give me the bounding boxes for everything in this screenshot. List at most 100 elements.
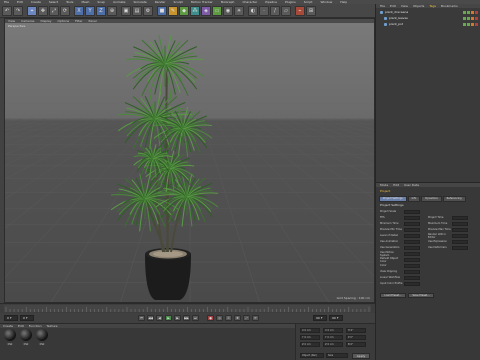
render-view-icon[interactable]: ▣ bbox=[121, 5, 131, 16]
object-menu-item-tags[interactable]: Tags bbox=[429, 4, 436, 8]
snap-icon[interactable]: ⌁ bbox=[295, 5, 305, 16]
polygons-mode-icon[interactable]: ▱ bbox=[281, 5, 291, 16]
y-axis-icon[interactable]: Y bbox=[85, 5, 95, 16]
material-menu-item-function[interactable]: Function bbox=[29, 324, 42, 328]
camera-icon[interactable]: ◉ bbox=[223, 5, 233, 16]
save-preset-button[interactable]: Save Preset... bbox=[408, 293, 434, 298]
start-frame-field[interactable]: 0 F bbox=[20, 315, 34, 321]
size-mode-dropdown[interactable]: Size bbox=[326, 353, 348, 358]
go-to-end-icon[interactable]: ⏭ bbox=[192, 315, 199, 321]
position-key-icon[interactable]: ✥ bbox=[234, 315, 241, 321]
apply-button[interactable]: Apply bbox=[352, 353, 370, 359]
position-x-field[interactable]: X 0 cm bbox=[300, 328, 320, 333]
object-menu-item-file[interactable]: File bbox=[380, 4, 385, 8]
attribute-value-field[interactable] bbox=[452, 245, 468, 250]
attribute-value-field[interactable] bbox=[452, 239, 468, 244]
attribute-value-field[interactable] bbox=[404, 227, 420, 232]
attribute-menu-item-edit[interactable]: Edit bbox=[393, 183, 399, 187]
array-icon[interactable]: ⁂ bbox=[190, 5, 200, 16]
total-frame-field[interactable]: 90 F bbox=[329, 315, 343, 321]
keyframe-selection-icon[interactable]: ⚿ bbox=[225, 315, 232, 321]
material-ball[interactable] bbox=[36, 329, 48, 341]
perspective-viewport[interactable]: View Cameras Display Options Filter Panel Per… bbox=[4, 18, 375, 303]
nurbs-icon[interactable]: ◆ bbox=[179, 5, 189, 16]
viewport-menu-item-options[interactable]: Options bbox=[58, 19, 70, 23]
viewport-menu-item-cameras[interactable]: Cameras bbox=[21, 19, 34, 23]
size-z-field[interactable]: Z 0 cm bbox=[323, 342, 343, 347]
rotation-key-icon[interactable]: ⟳ bbox=[252, 315, 259, 321]
coord-mode-dropdown[interactable]: Object (Rel) bbox=[300, 353, 324, 358]
scale-key-icon[interactable]: ⤢ bbox=[243, 315, 250, 321]
points-mode-icon[interactable]: · bbox=[259, 5, 269, 16]
light-icon[interactable]: ☀ bbox=[234, 5, 244, 16]
render-picture-viewer-icon[interactable]: ▤ bbox=[132, 5, 142, 16]
attribute-tab-project-settings[interactable]: Project Settings bbox=[379, 196, 407, 202]
previous-key-icon[interactable]: ◀◀ bbox=[147, 315, 154, 321]
viewport-menu-item-display[interactable]: Display bbox=[40, 19, 51, 23]
attribute-tab-dynamics[interactable]: Dynamics bbox=[421, 196, 442, 202]
attribute-value-field[interactable] bbox=[452, 227, 468, 232]
position-y-field[interactable]: Y 0 cm bbox=[300, 335, 320, 340]
load-preset-button[interactable]: Load Preset... bbox=[380, 293, 406, 298]
redo-icon[interactable]: ↷ bbox=[13, 5, 23, 16]
attribute-value-field[interactable] bbox=[452, 233, 468, 238]
attribute-value-field[interactable] bbox=[404, 233, 420, 238]
record-icon[interactable]: ● bbox=[207, 315, 214, 321]
x-axis-icon[interactable]: X bbox=[74, 5, 84, 16]
deformer-icon[interactable]: ◈ bbox=[201, 5, 211, 16]
viewport-menu-item-view[interactable]: View bbox=[8, 19, 15, 23]
attribute-value-field[interactable] bbox=[404, 239, 420, 244]
size-y-field[interactable]: Y 0 cm bbox=[323, 335, 343, 340]
attribute-menu-item-user-data[interactable]: User Data bbox=[404, 183, 419, 187]
autokey-icon[interactable]: ◎ bbox=[216, 315, 223, 321]
position-z-field[interactable]: Z 0 cm bbox=[300, 342, 320, 347]
object-menu-item-edit[interactable]: Edit bbox=[390, 4, 396, 8]
material-ball[interactable] bbox=[4, 329, 16, 341]
material-menu-item-edit[interactable]: Edit bbox=[18, 324, 24, 328]
attribute-value-field[interactable] bbox=[452, 221, 468, 226]
end-frame-field[interactable]: 90 F bbox=[313, 315, 327, 321]
attribute-menu-item-mode[interactable]: Mode bbox=[380, 183, 388, 187]
timeline-ruler[interactable] bbox=[4, 305, 371, 312]
edges-mode-icon[interactable]: / bbox=[270, 5, 280, 16]
attribute-value-field[interactable] bbox=[404, 221, 420, 226]
spline-pen-icon[interactable]: ✎ bbox=[168, 5, 178, 16]
attribute-value-field[interactable] bbox=[404, 263, 420, 268]
size-x-field[interactable]: X 0 cm bbox=[323, 328, 343, 333]
make-editable-icon[interactable]: ◐ bbox=[248, 5, 258, 16]
current-frame-field[interactable]: 0 F bbox=[4, 315, 18, 321]
attribute-tab-referencing[interactable]: Referencing bbox=[442, 196, 466, 202]
rotate-icon[interactable]: ⟳ bbox=[60, 5, 70, 16]
move-icon[interactable]: ✥ bbox=[38, 5, 48, 16]
viewport-menu-item-filter[interactable]: Filter bbox=[75, 19, 82, 23]
undo-icon[interactable]: ↶ bbox=[2, 5, 12, 16]
live-selection-icon[interactable]: ⌖ bbox=[27, 5, 37, 16]
play-icon[interactable]: ▶ bbox=[165, 315, 172, 321]
object-row[interactable]: plant_leaves bbox=[380, 16, 478, 21]
z-axis-icon[interactable]: Z bbox=[96, 5, 106, 16]
workplane-icon[interactable]: ⊞ bbox=[306, 5, 316, 16]
attribute-tab-info[interactable]: Info bbox=[407, 196, 421, 202]
attribute-value-field[interactable] bbox=[452, 215, 468, 220]
object-menu-item-objects[interactable]: Objects bbox=[413, 4, 424, 8]
previous-frame-icon[interactable]: ◀ bbox=[156, 315, 163, 321]
object-menu-item-bookmarks[interactable]: Bookmarks bbox=[441, 4, 458, 8]
material-ball[interactable] bbox=[20, 329, 32, 341]
material-menu-item-create[interactable]: Create bbox=[3, 324, 13, 328]
rotation-p-field[interactable]: P 0° bbox=[346, 335, 366, 340]
rotation-h-field[interactable]: H 0° bbox=[346, 328, 366, 333]
attribute-value-field[interactable] bbox=[404, 257, 420, 262]
attribute-value-field[interactable] bbox=[404, 215, 420, 220]
next-frame-icon[interactable]: ▶ bbox=[174, 315, 181, 321]
attribute-value-field[interactable] bbox=[404, 281, 420, 286]
attribute-value-field[interactable] bbox=[404, 275, 420, 280]
viewport-menu-item-panel[interactable]: Panel bbox=[89, 19, 97, 23]
attribute-value-field[interactable] bbox=[404, 245, 420, 250]
render-settings-icon[interactable]: ⚙ bbox=[143, 5, 153, 16]
floor-icon[interactable]: ▭ bbox=[212, 5, 222, 16]
object-menu-item-view[interactable]: View bbox=[401, 4, 408, 8]
coordinate-system-icon[interactable]: ⊕ bbox=[107, 5, 117, 16]
cube-icon[interactable]: ■ bbox=[157, 5, 167, 16]
object-row[interactable]: plant_pot bbox=[380, 22, 478, 27]
attribute-value-field[interactable] bbox=[404, 269, 420, 274]
